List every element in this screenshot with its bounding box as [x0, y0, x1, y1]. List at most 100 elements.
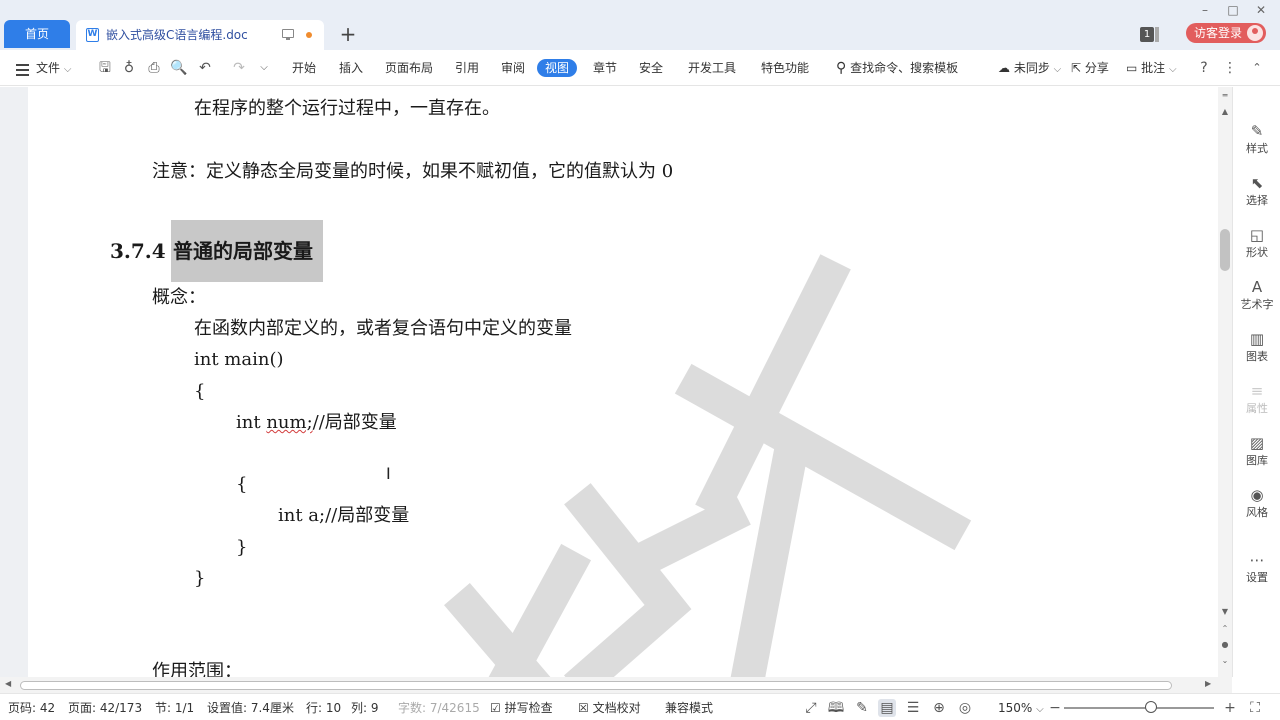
- status-compat-mode[interactable]: 兼容模式: [665, 700, 713, 716]
- side-theme[interactable]: ◉ 风格: [1233, 486, 1280, 520]
- ruler-toggle-icon[interactable]: ═: [1221, 91, 1229, 100]
- scroll-up-icon[interactable]: ▲: [1221, 107, 1229, 116]
- menu-chapter[interactable]: 章节: [593, 59, 617, 77]
- scroll-right-icon[interactable]: ▶: [1205, 679, 1211, 688]
- side-wordart[interactable]: A 艺术字: [1233, 278, 1280, 312]
- share-button[interactable]: ⇱ 分享: [1071, 59, 1109, 77]
- web-view-icon[interactable]: ⊕: [930, 699, 948, 717]
- menu-developer-tools[interactable]: 开发工具: [688, 59, 736, 77]
- side-select[interactable]: ⬉ 选择: [1233, 174, 1280, 208]
- zoom-dropdown[interactable]: 150% ⌵: [998, 700, 1044, 716]
- previous-page-icon[interactable]: ⌃: [1221, 624, 1229, 633]
- scroll-down-icon[interactable]: ▼: [1221, 607, 1229, 616]
- status-word-count[interactable]: 字数: 7/42615: [398, 700, 480, 716]
- zoom-slider-knob[interactable]: [1145, 701, 1157, 713]
- horizontal-scrollbar[interactable]: ◀ ▶: [0, 677, 1232, 693]
- page-view-icon[interactable]: ▤: [878, 699, 896, 717]
- status-page-code[interactable]: 页码: 42: [8, 700, 55, 716]
- concept-text[interactable]: 在函数内部定义的，或者复合语句中定义的变量: [194, 317, 572, 341]
- status-setting-value[interactable]: 设置值: 7.4厘米: [207, 700, 294, 716]
- status-section[interactable]: 节: 1/1: [155, 700, 194, 716]
- window-count-badge[interactable]: 1: [1140, 27, 1154, 42]
- menu-page-layout[interactable]: 页面布局: [385, 59, 433, 77]
- concept-label[interactable]: 概念：: [152, 286, 206, 310]
- menu-view[interactable]: 视图: [537, 59, 578, 77]
- zoom-slider[interactable]: [1064, 707, 1214, 709]
- print-icon[interactable]: ⎙: [145, 59, 163, 77]
- scope-label[interactable]: 作用范围：: [152, 660, 242, 677]
- vertical-scroll-thumb[interactable]: [1220, 229, 1230, 271]
- minimize-icon[interactable]: –: [1198, 3, 1212, 17]
- menu-references[interactable]: 引用: [455, 59, 479, 77]
- code-line-main[interactable]: int main(): [194, 348, 284, 372]
- document-page[interactable]: 在程序的整个运行过程中，一直存在。 注意：定义静态全局变量的时候，如果不赋初值，…: [28, 87, 1218, 677]
- hamburger-menu-icon[interactable]: [16, 61, 29, 79]
- zoom-in-icon[interactable]: +: [1221, 699, 1239, 717]
- watermark-stroke: [730, 447, 808, 677]
- next-page-icon[interactable]: ⌄: [1221, 656, 1229, 665]
- write-mode-icon[interactable]: ✎: [853, 699, 871, 717]
- doc-proof-button[interactable]: ☒ 文档校对: [578, 700, 641, 716]
- maximize-icon[interactable]: □: [1226, 3, 1240, 17]
- new-tab-button[interactable]: +: [336, 22, 360, 46]
- paragraph-lifetime[interactable]: 在程序的整个运行过程中，一直存在。: [194, 97, 500, 121]
- code-line-int-a[interactable]: int a;//局部变量: [278, 504, 409, 528]
- avatar-icon: [1247, 25, 1263, 41]
- redo-icon[interactable]: ↷: [230, 59, 248, 77]
- menu-special-features[interactable]: 特色功能: [761, 59, 809, 77]
- side-gallery[interactable]: ▨ 图库: [1233, 434, 1280, 468]
- status-page[interactable]: 页面: 42/173: [68, 700, 142, 716]
- guest-login-button[interactable]: 访客登录: [1186, 23, 1266, 43]
- section-title[interactable]: 普通的局部变量: [171, 220, 323, 282]
- more-options-icon[interactable]: ⋮: [1221, 59, 1239, 77]
- menu-start[interactable]: 开始: [292, 59, 316, 77]
- zoom-out-icon[interactable]: −: [1046, 699, 1064, 717]
- doc-proof-label: 文档校对: [592, 701, 641, 715]
- status-row[interactable]: 行: 10: [306, 700, 341, 716]
- tab-home[interactable]: 首页: [4, 20, 70, 48]
- menu-insert[interactable]: 插入: [339, 59, 363, 77]
- code-line-inner-open-brace[interactable]: {: [236, 473, 247, 497]
- read-mode-icon[interactable]: 🕮: [827, 699, 845, 717]
- side-properties[interactable]: ≡ 属性: [1233, 382, 1280, 416]
- paragraph-note[interactable]: 注意：定义静态全局变量的时候，如果不赋初值，它的值默认为 0: [152, 160, 673, 184]
- code-line-num[interactable]: int num;//局部变量: [236, 411, 397, 435]
- monitor-icon[interactable]: [282, 29, 294, 40]
- help-icon[interactable]: ?: [1195, 59, 1213, 77]
- close-icon[interactable]: ✕: [1254, 3, 1268, 17]
- tab-document[interactable]: W 嵌入式高级C语言编程.doc: [76, 20, 324, 50]
- collapse-ribbon-icon[interactable]: ⌃: [1248, 59, 1266, 77]
- outline-view-icon[interactable]: ☰: [904, 699, 922, 717]
- spell-error-word[interactable]: num;: [266, 412, 312, 433]
- status-col[interactable]: 列: 9: [351, 700, 379, 716]
- horizontal-scroll-thumb[interactable]: [20, 681, 1172, 690]
- spell-check-button[interactable]: ☑ 拼写检查: [490, 700, 553, 716]
- side-style[interactable]: ✎ 样式: [1233, 122, 1280, 156]
- comment-button[interactable]: ▭ 批注 ⌵: [1126, 59, 1177, 77]
- sync-status[interactable]: ☁ 未同步 ⌵: [998, 59, 1061, 77]
- scroll-left-icon[interactable]: ◀: [5, 679, 11, 688]
- menu-security[interactable]: 安全: [639, 59, 663, 77]
- vertical-scrollbar[interactable]: ═ ▲ ▼ ⌃ ● ⌄: [1218, 87, 1232, 677]
- undo-icon[interactable]: ↶: [196, 59, 214, 77]
- side-theme-label: 风格: [1246, 506, 1268, 519]
- menu-review[interactable]: 审阅: [501, 59, 525, 77]
- side-shape[interactable]: ◱ 形状: [1233, 226, 1280, 260]
- quick-access-dropdown-icon[interactable]: ⌵: [255, 59, 273, 77]
- print-preview-icon[interactable]: 🔍: [170, 59, 188, 77]
- focus-mode-icon[interactable]: ⤢: [802, 699, 820, 717]
- save-icon[interactable]: 🖫: [96, 59, 114, 77]
- side-settings[interactable]: ⋯ 设置: [1233, 551, 1280, 585]
- code-line-inner-close-brace[interactable]: }: [236, 536, 247, 560]
- command-search[interactable]: ⚲ 查找命令、搜索模板: [836, 59, 958, 77]
- file-menu[interactable]: 文件 ⌵: [36, 59, 71, 77]
- fit-window-icon[interactable]: ⛶: [1246, 699, 1264, 717]
- eye-protection-icon[interactable]: ◎: [956, 699, 974, 717]
- section-number[interactable]: 3.7.4: [110, 239, 166, 263]
- code-line-close-brace[interactable]: }: [194, 567, 205, 591]
- code-line-open-brace[interactable]: {: [194, 380, 205, 404]
- document-area[interactable]: 在程序的整个运行过程中，一直存在。 注意：定义静态全局变量的时候，如果不赋初值，…: [0, 87, 1218, 677]
- side-chart[interactable]: ▥ 图表: [1233, 330, 1280, 364]
- format-painter-icon[interactable]: ♁: [120, 59, 138, 77]
- browse-object-icon[interactable]: ●: [1221, 640, 1229, 649]
